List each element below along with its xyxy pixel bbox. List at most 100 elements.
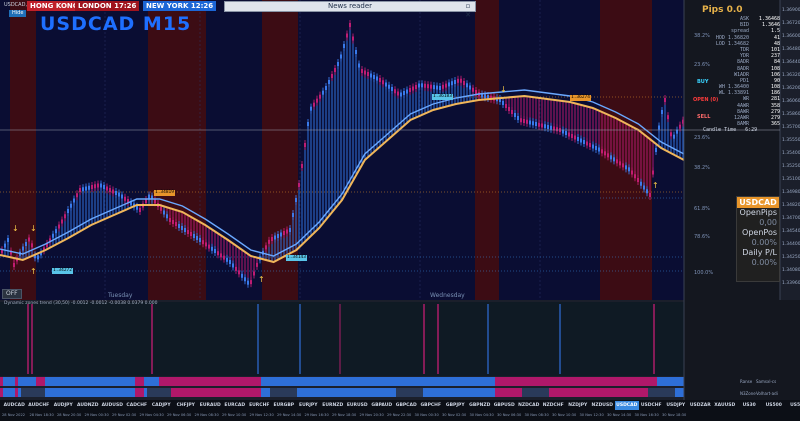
trend-bar-cell [438,388,441,397]
pair-tab-eurjpy[interactable]: EURJPY [296,401,321,410]
pair-tab-gbpaud[interactable]: GBPAUD [370,401,395,410]
pair-tab-eurnzd[interactable]: EURNZD [321,401,346,410]
pair-tab-eurgbp[interactable]: EURGBP [272,401,297,410]
trend-bar-cell [663,388,666,397]
candle-body [265,245,267,250]
trend-bar-cell [153,388,156,397]
candle-body [166,214,168,219]
pair-tab-gbpnzd[interactable]: GBPNZD [468,401,493,410]
pair-tab-euraud[interactable]: EURAUD [198,401,223,410]
trend-bar-cell [519,388,522,397]
pair-tab-cadjpy[interactable]: CADJPY [149,401,174,410]
pair-tab-xauusd[interactable]: XAUUSD [713,401,738,410]
pair-tab-nzdusd[interactable]: NZDUSD [590,401,615,410]
candle-body [601,149,603,154]
hide-button[interactable]: Hide [9,10,27,17]
pair-tab-us30[interactable]: US30 [737,401,762,410]
time-tick: 30 Nov 12:30 [579,413,604,417]
pair-tab-gbpjpy[interactable]: GBPJPY [443,401,468,410]
trend-bar-cell [207,388,210,397]
trend-bar-cell [594,377,597,386]
pair-tab-cadchf[interactable]: CADCHF [125,401,150,410]
candle-body [115,191,117,195]
trend-bar-cell [165,388,168,397]
price-tick: 1.36720 [782,21,800,26]
trend-bar-cell [474,388,477,397]
candle-body [418,83,420,88]
trend-bar-cell [357,388,360,397]
pair-tab-gbpusd[interactable]: GBPUSD [492,401,517,410]
price-tick: 1.33960 [782,281,800,286]
trend-bar-cell [456,388,459,397]
candle-body [526,119,528,124]
pair-tab-gbpcad[interactable]: GBPCAD [394,401,419,410]
pair-tab-eurcad[interactable]: EURCAD [223,401,248,410]
trend-bar-cell [336,388,339,397]
price-tag: 1.34143 [286,255,307,261]
trend-bar-cell [477,377,480,386]
pair-tab-audusd[interactable]: AUDUSD [100,401,125,410]
chart-canvas[interactable]: ↓ ↓ ↑ ↑ ↓ ↑ [0,0,800,421]
pair-tab-usdcad[interactable]: USDCAD [614,401,639,410]
trend-bar-cell [84,388,87,397]
time-tick: 29 Nov 00:30 [84,413,109,417]
trend-bar-cell [318,377,321,386]
trend-bar-cell [528,388,531,397]
trend-bar-cell [423,377,426,386]
candle-body [271,237,273,241]
candle-body [541,123,543,128]
candle-body [85,186,87,191]
pair-tab-audcad[interactable]: AUDCAD [2,401,27,410]
trend-bar-cell [624,388,627,397]
trend-bar-cell [612,388,615,397]
session-city: HONG KONG [30,2,81,10]
pair-tab-usdzar[interactable]: USDZAR [688,401,713,410]
off-toggle[interactable]: OFF [2,289,22,299]
pair-tab-audnzd[interactable]: AUDNZD [76,401,101,410]
candle-body [400,92,402,97]
candle-body [358,63,360,68]
trend-bar-cell [528,377,531,386]
trend-bar-cell [123,388,126,397]
trend-bar-cell [327,388,330,397]
pair-tab-nzdjpy[interactable]: NZDJPY [566,401,591,410]
pips-counter: Pips 0.0 [702,5,743,15]
trend-bar-cell [369,388,372,397]
trend-bar-cell [324,388,327,397]
time-tick: 30 Nov 04:30 [469,413,494,417]
pair-tab-us500[interactable]: US500 [762,401,787,410]
pair-tab-nzdchf[interactable]: NZDCHF [541,401,566,410]
pair-tab-eurchf[interactable]: EURCHF [247,401,272,410]
time-tick: 30 Nov 18:30 [662,413,687,417]
trend-bar-cell [273,377,276,386]
price-tick: 1.35250 [782,164,800,169]
price-axis[interactable]: 1.36900 1.36720 1.36600 1.36480 1.36440 1.363… [781,0,800,300]
trend-bar-cell [639,377,642,386]
pair-tab-us500[interactable]: US500 [786,401,800,410]
close-icon[interactable]: ▫ ✕ [463,2,473,20]
row-label: Samsxl-cs [756,379,777,384]
candle-body [103,185,105,189]
pair-tab-gbpchf[interactable]: GBPCHF [419,401,444,410]
candle-body [7,238,9,242]
candle-body [292,213,294,217]
pair-tab-audjpy[interactable]: AUDJPY [51,401,76,410]
trend-bar-cell [399,377,402,386]
candle-body [277,234,279,238]
candle-body [295,198,297,202]
trend-bar-cell [363,388,366,397]
pair-tab-nzdcad[interactable]: NZDCAD [517,401,542,410]
trend-bar-cell [510,388,513,397]
candle-body [391,87,393,91]
pair-tab-eurusd[interactable]: EURUSD [345,401,370,410]
pair-tab-usdchf[interactable]: USDCHF [639,401,664,410]
candle-body [355,50,357,54]
trend-bar-cell [549,388,552,397]
pair-tab-audchf[interactable]: AUDCHF [27,401,52,410]
info-label: WR [742,96,749,103]
pair-tab-chfjpy[interactable]: CHFJPY [174,401,199,410]
news-reader-bar[interactable]: News reader ▫ ✕ [224,1,476,19]
candle-body [385,82,387,87]
trend-bar-cell [348,377,351,386]
pair-tab-usdjpy[interactable]: USDJPY [664,401,689,410]
